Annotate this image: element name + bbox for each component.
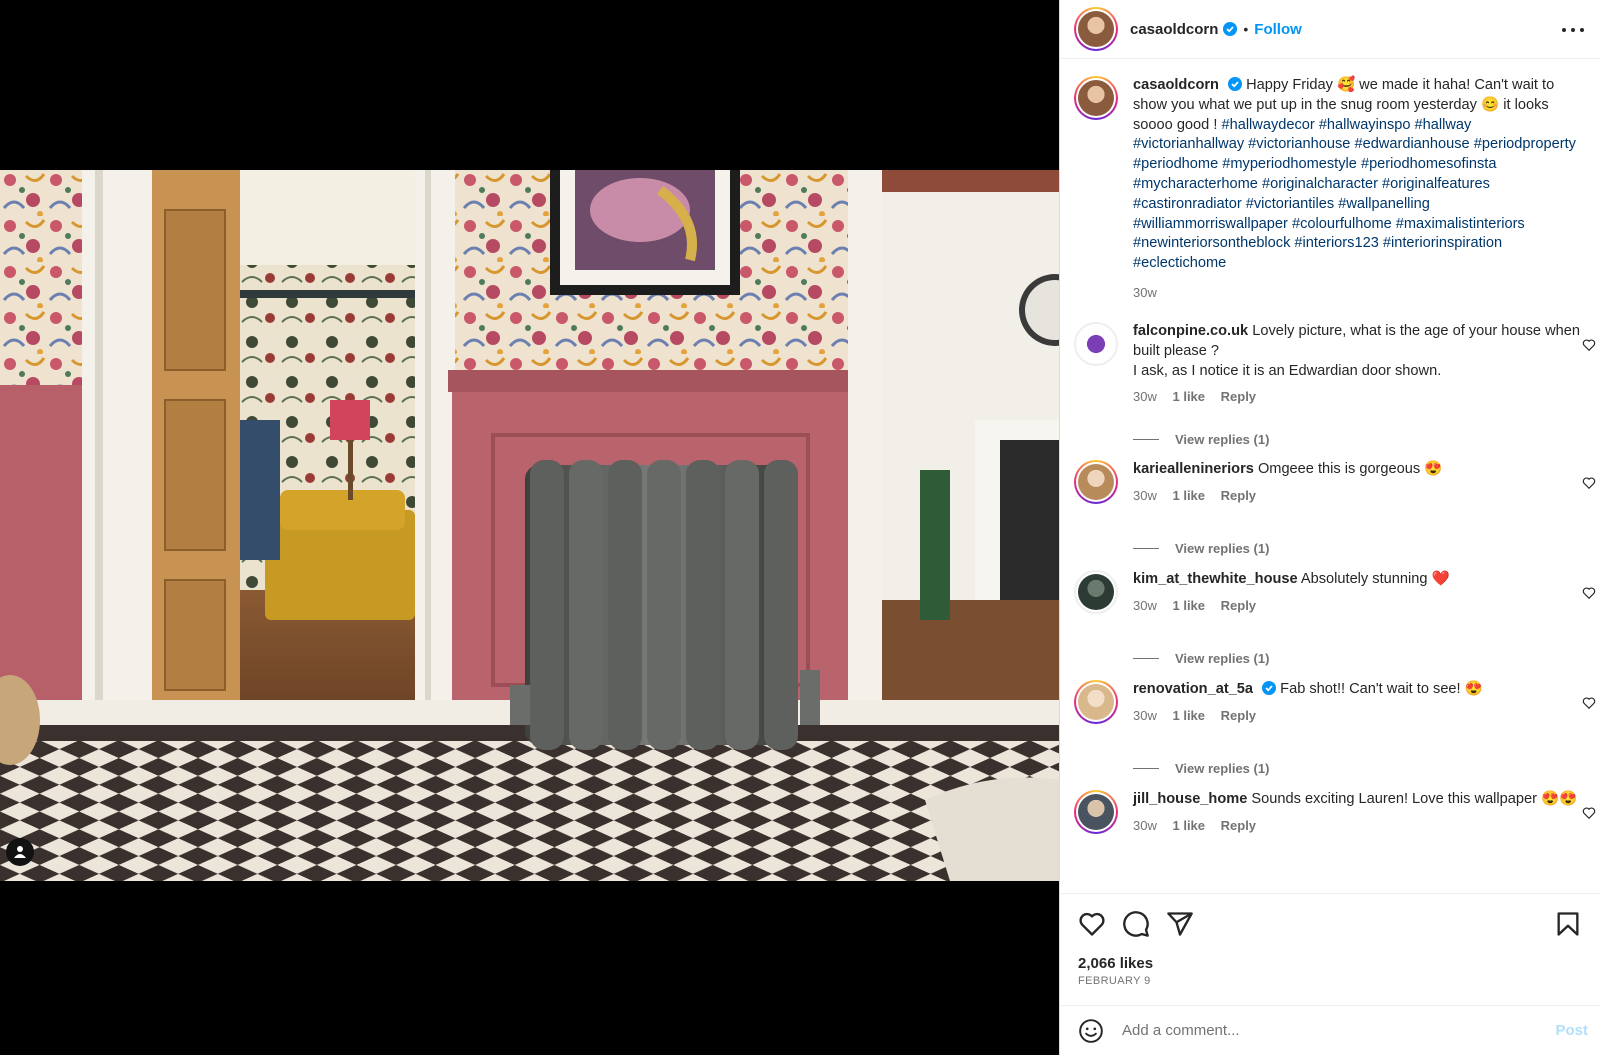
comment-likes[interactable]: 1 like [1172, 488, 1205, 503]
view-replies-button[interactable]: View replies (1) [1133, 651, 1269, 666]
comment-item: falconpine.co.uk Lovely picture, what is… [1074, 322, 1596, 407]
caption: casaoldcorn Happy Friday 🥰 we made it ha… [1074, 76, 1584, 303]
heart-icon[interactable] [1582, 338, 1596, 352]
heart-icon[interactable] [1582, 586, 1596, 600]
reply-button[interactable]: Reply [1221, 598, 1256, 613]
comment-avatar[interactable] [1074, 322, 1118, 366]
comment-item: karieallenineriors Omgeee this is gorgeo… [1074, 460, 1596, 506]
caption-age[interactable]: 30w [1133, 285, 1157, 300]
comment-age[interactable]: 30w [1133, 818, 1157, 833]
reply-button[interactable]: Reply [1221, 708, 1256, 723]
hallway-photo [0, 170, 1059, 881]
author-avatar[interactable] [1074, 7, 1118, 51]
view-replies-label: View replies (1) [1175, 432, 1270, 447]
comment-likes[interactable]: 1 like [1172, 818, 1205, 833]
view-replies-label: View replies (1) [1175, 651, 1270, 666]
post-media [0, 0, 1059, 1055]
post-side-panel: casaoldcorn • Follow casaoldcorn Happy F… [1059, 0, 1600, 1055]
action-bar [1060, 893, 1600, 948]
comments-section: casaoldcorn Happy Friday 🥰 we made it ha… [1060, 60, 1600, 893]
caption-hashtags[interactable]: #hallwaydecor #hallwayinspo #hallway #vi… [1133, 117, 1576, 272]
comment-likes[interactable]: 1 like [1172, 598, 1205, 613]
comment-username[interactable]: renovation_at_5a [1133, 681, 1253, 697]
comment-username[interactable]: jill_house_home [1133, 791, 1247, 807]
comment-age[interactable]: 30w [1133, 708, 1157, 723]
more-options-icon[interactable] [1562, 20, 1584, 40]
comment-text: Absolutely stunning ❤️ [1300, 571, 1450, 587]
emoji-icon[interactable] [1078, 1018, 1104, 1044]
comment-item: kim_at_thewhite_house Absolutely stunnin… [1074, 570, 1596, 616]
separator-dot: • [1243, 21, 1249, 37]
author-username[interactable]: casaoldcorn [1130, 21, 1218, 38]
reply-button[interactable]: Reply [1221, 818, 1256, 833]
view-replies-button[interactable]: View replies (1) [1133, 432, 1269, 447]
view-replies-button[interactable]: View replies (1) [1133, 541, 1269, 556]
comment-avatar[interactable] [1074, 570, 1118, 614]
comment-icon[interactable] [1122, 910, 1150, 938]
heart-icon[interactable] [1582, 696, 1596, 710]
comment-avatar[interactable] [1074, 460, 1118, 504]
comment-avatar[interactable] [1074, 790, 1118, 834]
share-icon[interactable] [1166, 910, 1194, 938]
comment-username[interactable]: karieallenineriors [1133, 461, 1254, 477]
comment-text: Sounds exciting Lauren! Love this wallpa… [1251, 791, 1578, 807]
comment-likes[interactable]: 1 like [1172, 389, 1205, 404]
likes-count[interactable]: 2,066 likes [1078, 955, 1153, 972]
follow-button[interactable]: Follow [1254, 21, 1302, 38]
verified-badge-icon [1228, 77, 1243, 91]
bookmark-icon[interactable] [1554, 910, 1582, 938]
user-tag-icon [14, 846, 26, 858]
verified-badge-icon [1262, 681, 1277, 695]
reply-button[interactable]: Reply [1221, 389, 1256, 404]
view-replies-label: View replies (1) [1175, 541, 1270, 556]
comment-text: Omgeee this is gorgeous 😍 [1257, 461, 1443, 477]
verified-badge-icon [1223, 22, 1238, 36]
view-replies-button[interactable]: View replies (1) [1133, 761, 1269, 776]
radiator-illustration [510, 460, 820, 750]
post-date[interactable]: FEBRUARY 9 [1078, 975, 1151, 987]
comment-age[interactable]: 30w [1133, 389, 1157, 404]
comment-input[interactable] [1122, 1022, 1532, 1039]
comment-likes[interactable]: 1 like [1172, 708, 1205, 723]
heart-icon[interactable] [1582, 476, 1596, 490]
caption-username[interactable]: casaoldcorn [1133, 77, 1219, 93]
post-comment-button[interactable]: Post [1555, 1022, 1588, 1039]
comment-composer: Post [1060, 1005, 1600, 1055]
heart-icon[interactable] [1582, 806, 1596, 820]
comment-item: jill_house_home Sounds exciting Lauren! … [1074, 790, 1596, 836]
comment-avatar[interactable] [1074, 680, 1118, 724]
caption-avatar[interactable] [1074, 76, 1118, 120]
heart-icon[interactable] [1078, 910, 1106, 938]
tag-user-button[interactable] [6, 838, 34, 866]
comment-username[interactable]: falconpine.co.uk [1133, 323, 1248, 339]
comment-text: Fab shot!! Can't wait to see! 😍 [1280, 681, 1483, 697]
comment-age[interactable]: 30w [1133, 488, 1157, 503]
post-header: casaoldcorn • Follow [1060, 0, 1600, 59]
view-replies-label: View replies (1) [1175, 761, 1270, 776]
reply-button[interactable]: Reply [1221, 488, 1256, 503]
comment-username[interactable]: kim_at_thewhite_house [1133, 571, 1298, 587]
comment-age[interactable]: 30w [1133, 598, 1157, 613]
comment-item: renovation_at_5a Fab shot!! Can't wait t… [1074, 680, 1596, 726]
post-photo[interactable] [0, 170, 1059, 881]
comment-text-line2: I ask, as I notice it is an Edwardian do… [1133, 362, 1442, 379]
